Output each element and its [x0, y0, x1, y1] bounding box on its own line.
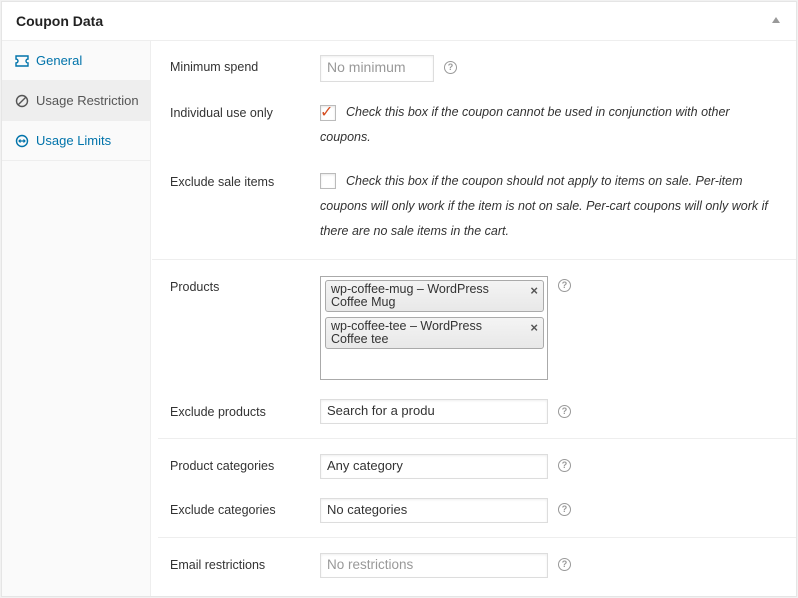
exclude-categories-help-icon[interactable]: ? — [558, 503, 571, 516]
exclude-sale-description: Check this box if the coupon should not … — [320, 174, 768, 238]
tab-usage-restriction-label: Usage Restriction — [36, 93, 139, 108]
exclude-categories-select[interactable]: No categories — [320, 498, 548, 523]
exclude-sale-label: Exclude sale items — [170, 175, 275, 189]
product-categories-select[interactable]: Any category — [320, 454, 548, 479]
products-help-icon[interactable]: ? — [558, 279, 571, 292]
minimum-spend-help-icon[interactable]: ? — [444, 61, 457, 74]
remove-product-icon[interactable]: × — [530, 321, 538, 334]
spend-options-group: Minimum spend No minimum ? Individual us… — [152, 41, 796, 260]
exclude-categories-label: Exclude categories — [170, 503, 276, 517]
email-restrictions-help-icon[interactable]: ? — [558, 558, 571, 571]
limits-icon — [14, 134, 30, 148]
exclude-products-help-icon[interactable]: ? — [558, 405, 571, 418]
products-group: Products wp-coffee-mug – WordPress Coffe… — [158, 260, 796, 439]
exclude-products-label: Exclude products — [170, 405, 266, 419]
panel-title: Coupon Data — [16, 13, 104, 29]
coupon-tabs: General Usage Restriction Usage Limits — [2, 41, 151, 596]
restriction-icon — [14, 94, 30, 108]
email-group: Email restrictions No restrictions ? — [158, 538, 796, 598]
product-categories-help-icon[interactable]: ? — [558, 459, 571, 472]
tab-general[interactable]: General — [2, 41, 150, 81]
usage-restriction-panel: Minimum spend No minimum ? Individual us… — [152, 41, 796, 596]
minimum-spend-input[interactable]: No minimum — [320, 55, 434, 82]
ticket-icon — [14, 54, 30, 67]
products-label: Products — [170, 280, 220, 294]
tab-usage-limits-label: Usage Limits — [36, 133, 112, 148]
email-restrictions-label: Email restrictions — [170, 558, 266, 572]
product-chip: wp-coffee-mug – WordPress Coffee Mug × — [325, 280, 544, 312]
tab-general-label: General — [36, 53, 83, 68]
product-categories-label: Product categories — [170, 459, 275, 473]
coupon-data-panel: Coupon Data General Usage Restriction Us… — [1, 1, 797, 597]
exclude-products-input[interactable]: Search for a produ — [320, 399, 548, 424]
email-restrictions-input[interactable]: No restrictions — [320, 553, 548, 578]
tab-usage-limits[interactable]: Usage Limits — [2, 121, 150, 161]
collapse-toggle-icon[interactable] — [772, 17, 780, 23]
categories-group: Product categories Any category ? Exclud… — [158, 439, 796, 538]
remove-product-icon[interactable]: × — [530, 284, 538, 297]
minimum-spend-label: Minimum spend — [170, 60, 259, 74]
products-select[interactable]: wp-coffee-mug – WordPress Coffee Mug × w… — [320, 276, 548, 380]
individual-use-label: Individual use only — [170, 106, 273, 120]
product-chip: wp-coffee-tee – WordPress Coffee tee × — [325, 317, 544, 349]
panel-header[interactable]: Coupon Data — [2, 2, 796, 41]
individual-use-description: Check this box if the coupon cannot be u… — [320, 105, 730, 144]
tab-usage-restriction[interactable]: Usage Restriction — [2, 81, 150, 121]
